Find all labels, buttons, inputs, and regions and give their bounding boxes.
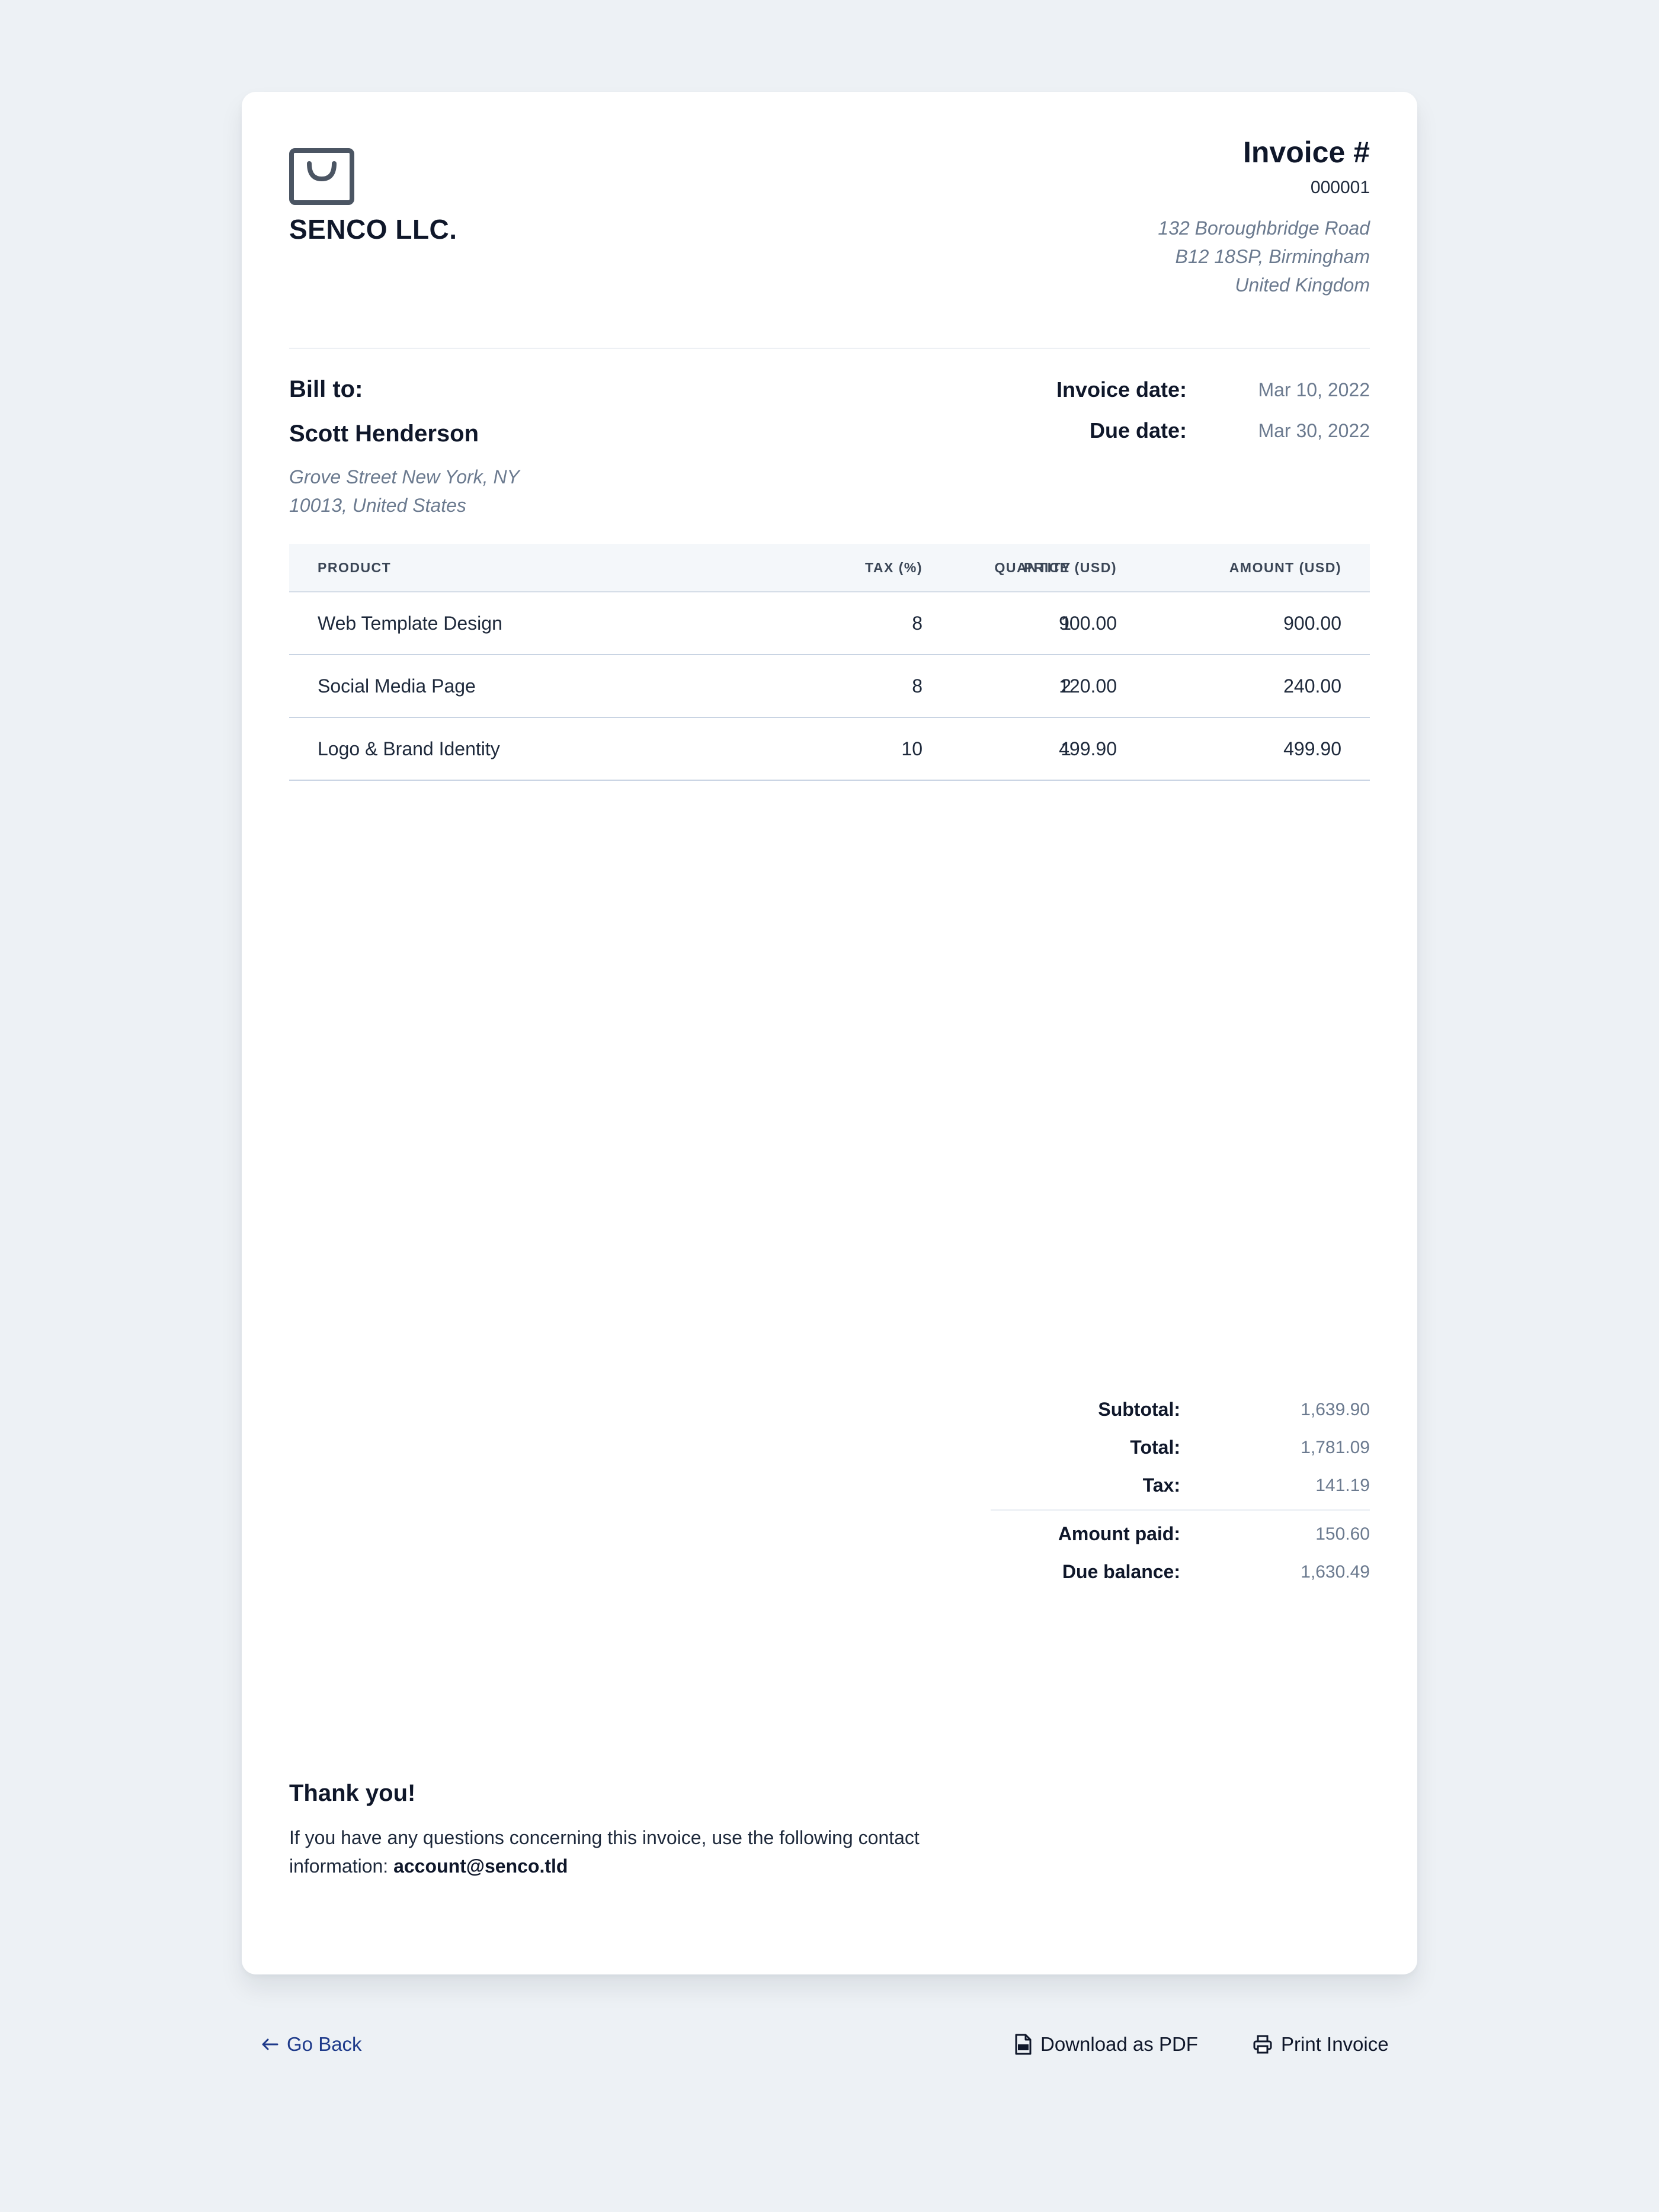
cell-product: Web Template Design (318, 613, 502, 634)
company-address-line: B12 18SP, Birmingham (1175, 246, 1370, 267)
cell-amount: 240.00 (1283, 675, 1341, 697)
amount-paid-value: 150.60 (1315, 1524, 1370, 1544)
table-row: Logo & Brand Identity 1 10 499.90 499.90 (289, 718, 1370, 781)
totals-divider (991, 1509, 1370, 1511)
download-pdf-button[interactable]: Download as PDF (1014, 2033, 1198, 2056)
invoice-card (242, 92, 1417, 1974)
download-pdf-label: Download as PDF (1040, 2033, 1198, 2055)
print-invoice-label: Print Invoice (1281, 2033, 1389, 2055)
table-header: PRODUCT QUANTITY TAX (%) PRICE (USD) AMO… (289, 544, 1370, 592)
company-address-line: United Kingdom (1235, 274, 1370, 296)
table-row: Social Media Page 2 8 120.00 240.00 (289, 655, 1370, 718)
cell-price: 499.90 (1059, 738, 1117, 759)
shopping-bag-icon (289, 148, 354, 205)
cell-product: Social Media Page (318, 675, 476, 697)
client-address-line: 10013, United States (289, 495, 466, 516)
cell-amount: 499.90 (1283, 738, 1341, 759)
contact-email[interactable]: account@senco.tld (393, 1855, 568, 1877)
table-row: Web Template Design 1 8 900.00 900.00 (289, 592, 1370, 655)
invoice-date-label: Invoice date: (1056, 377, 1187, 402)
total-value: 1,781.09 (1301, 1438, 1370, 1457)
invoice-date-value: Mar 10, 2022 (1258, 379, 1370, 400)
tax-label: Tax: (1142, 1474, 1180, 1496)
cell-price: 120.00 (1059, 675, 1117, 697)
cell-amount: 900.00 (1283, 613, 1341, 634)
cell-product: Logo & Brand Identity (318, 738, 500, 759)
due-balance-label: Due balance: (1062, 1561, 1180, 1582)
subtotal-value: 1,639.90 (1301, 1400, 1370, 1419)
company-address-line: 132 Boroughbridge Road (1158, 217, 1370, 239)
cell-tax: 8 (912, 675, 923, 697)
subtotal-label: Subtotal: (1098, 1399, 1180, 1420)
arrow-left-icon (261, 2037, 278, 2051)
total-label: Total: (1130, 1437, 1180, 1458)
line-items-table: PRODUCT QUANTITY TAX (%) PRICE (USD) AMO… (289, 544, 1370, 781)
printer-icon (1253, 2034, 1273, 2054)
due-date-label: Due date: (1089, 418, 1187, 443)
thanks-title: Thank you! (289, 1780, 416, 1806)
tax-value: 141.19 (1315, 1476, 1370, 1495)
column-header-price: PRICE (USD) (1023, 560, 1117, 575)
go-back-label: Go Back (287, 2033, 362, 2055)
cell-tax: 8 (912, 613, 923, 634)
company-name: SENCO LLC. (289, 214, 457, 245)
thanks-message: If you have any questions concerning thi… (289, 1823, 929, 1880)
due-balance-value: 1,630.49 (1301, 1562, 1370, 1582)
column-header-amount: AMOUNT (USD) (1229, 560, 1341, 575)
amount-paid-label: Amount paid: (1058, 1523, 1180, 1544)
pdf-file-icon (1014, 2034, 1032, 2055)
due-date-value: Mar 30, 2022 (1258, 420, 1370, 441)
header-divider (289, 348, 1370, 349)
thanks-text: If you have any questions concerning thi… (289, 1827, 920, 1877)
print-invoice-button[interactable]: Print Invoice (1253, 2033, 1389, 2056)
column-header-product: PRODUCT (318, 560, 392, 575)
cell-tax: 10 (901, 738, 923, 759)
client-address-line: Grove Street New York, NY (289, 466, 520, 488)
invoice-title: Invoice # (1243, 136, 1370, 169)
column-header-tax: TAX (%) (865, 560, 923, 575)
client-name: Scott Henderson (289, 421, 479, 447)
bill-to-label: Bill to: (289, 376, 363, 402)
cell-price: 900.00 (1059, 613, 1117, 634)
invoice-number: 000001 (1310, 178, 1370, 197)
go-back-button[interactable]: Go Back (261, 2033, 362, 2056)
